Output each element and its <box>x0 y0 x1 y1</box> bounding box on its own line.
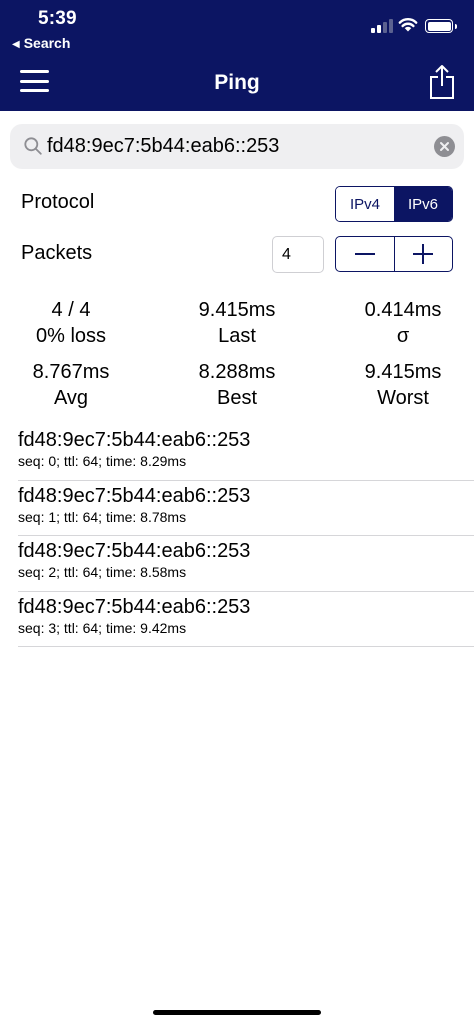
result-host: fd48:9ec7:5b44:eab6::253 <box>18 484 251 507</box>
ping-results-list: fd48:9ec7:5b44:eab6::253 seq: 0; ttl: 64… <box>18 425 474 647</box>
stat-value: 8.767ms <box>32 361 110 383</box>
protocol-option-ipv6[interactable]: IPv6 <box>394 187 452 221</box>
back-label: Search <box>23 35 71 51</box>
result-host: fd48:9ec7:5b44:eab6::253 <box>18 595 251 618</box>
stat-worst: 9.415ms Worst <box>328 359 474 411</box>
stat-received: 4 / 4 0% loss <box>0 297 146 349</box>
battery-icon <box>425 19 457 33</box>
search-icon <box>24 137 42 155</box>
result-detail: seq: 0; ttl: 64; time: 8.29ms <box>18 453 187 469</box>
back-to-search-link[interactable]: ◀ Search <box>12 35 70 51</box>
stat-label: 0% loss <box>35 325 107 347</box>
result-row[interactable]: fd48:9ec7:5b44:eab6::253 seq: 2; ttl: 64… <box>18 536 474 592</box>
stat-value: 4 / 4 <box>51 299 91 321</box>
result-row[interactable]: fd48:9ec7:5b44:eab6::253 seq: 0; ttl: 64… <box>18 425 474 481</box>
minus-icon <box>354 253 375 255</box>
stat-best: 8.288ms Best <box>162 359 312 411</box>
protocol-segmented-control: IPv4 IPv6 <box>335 186 453 222</box>
stat-last: 9.415ms Last <box>162 297 312 349</box>
wifi-icon <box>398 18 418 32</box>
packets-label: Packets <box>21 242 93 264</box>
result-row[interactable]: fd48:9ec7:5b44:eab6::253 seq: 3; ttl: 64… <box>18 592 474 647</box>
stat-label: Worst <box>377 387 429 409</box>
result-detail: seq: 2; ttl: 64; time: 8.58ms <box>18 564 187 580</box>
stat-label: Last <box>218 325 256 347</box>
stat-label: Avg <box>53 387 89 409</box>
stat-value: 9.415ms <box>198 299 276 321</box>
decrement-button[interactable] <box>336 237 395 271</box>
protocol-label: Protocol <box>21 191 95 213</box>
stat-label: σ <box>396 325 410 347</box>
page-title: Ping <box>214 71 260 94</box>
packets-stepper <box>335 236 453 272</box>
navigation-header: 5:39 ◀ Search Ping <box>0 0 474 111</box>
stat-label: Best <box>216 387 258 409</box>
stat-avg: 8.767ms Avg <box>0 359 146 411</box>
stat-value: 0.414ms <box>364 299 442 321</box>
result-detail: seq: 3; ttl: 64; time: 9.42ms <box>18 619 187 636</box>
home-indicator[interactable] <box>153 1010 321 1015</box>
result-host: fd48:9ec7:5b44:eab6::253 <box>18 429 251 451</box>
clear-search-icon[interactable] <box>434 136 455 157</box>
back-triangle-icon: ◀ <box>12 39 20 50</box>
stat-value: 9.415ms <box>364 361 442 383</box>
result-row[interactable]: fd48:9ec7:5b44:eab6::253 seq: 1; ttl: 64… <box>18 481 474 536</box>
increment-button[interactable] <box>395 237 453 271</box>
host-search-input[interactable] <box>47 130 427 163</box>
status-time: 5:39 <box>38 8 77 29</box>
stat-value: 8.288ms <box>198 361 276 383</box>
result-detail: seq: 1; ttl: 64; time: 8.78ms <box>18 508 187 525</box>
packets-count-field[interactable] <box>272 236 324 273</box>
stat-stddev: 0.414ms σ <box>328 297 474 349</box>
result-host: fd48:9ec7:5b44:eab6::253 <box>18 540 251 562</box>
protocol-option-ipv4[interactable]: IPv4 <box>336 187 394 221</box>
share-icon[interactable] <box>428 64 456 100</box>
search-bar <box>10 124 464 169</box>
cellular-signal-icon <box>371 19 393 33</box>
